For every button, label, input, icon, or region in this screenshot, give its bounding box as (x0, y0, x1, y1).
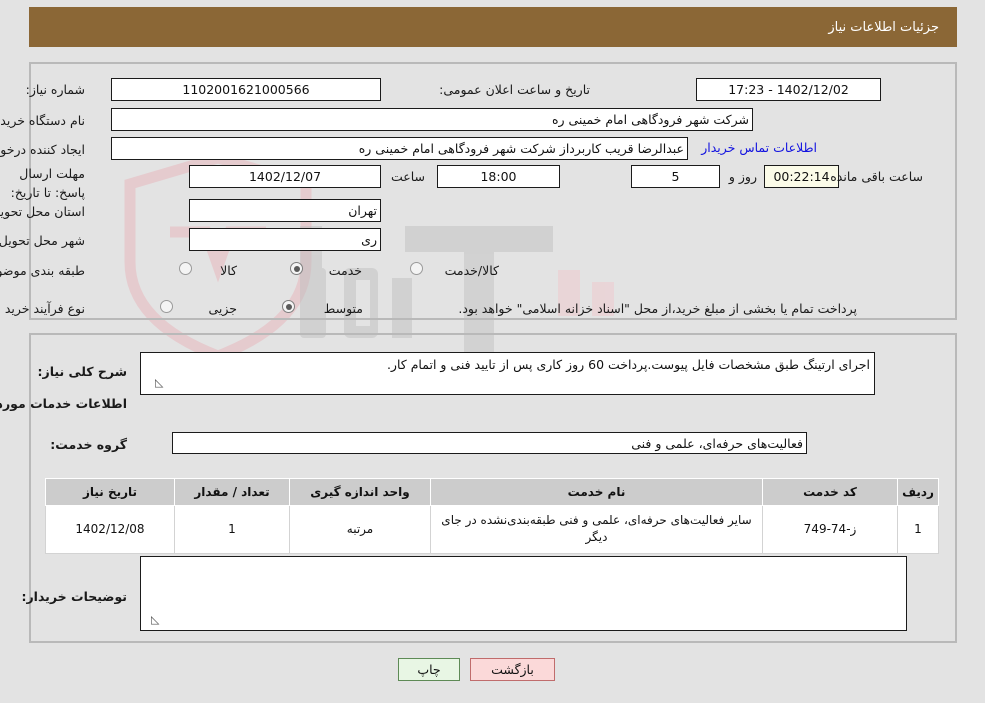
announce-value: 1402/12/02 - 17:23 (696, 78, 881, 101)
col-qty: تعداد / مقدار (174, 478, 290, 506)
cell-code: ز-74-749 (762, 505, 898, 554)
category-option-0-label: کالا (220, 263, 237, 278)
service-group-value: فعالیت‌های حرفه‌ای، علمی و فنی (172, 432, 807, 454)
page-title: جزئیات اطلاعات نیاز (828, 19, 939, 35)
buyer-org-value: شرکت شهر فرودگاهی امام خمینی ره (111, 108, 753, 131)
services-heading: اطلاعات خدمات مورد نیاز (0, 396, 127, 411)
table-row: 1 ز-74-749 سایر فعالیت‌های حرفه‌ای، علمی… (45, 505, 939, 554)
category-option-2-label: کالا/خدمت (444, 263, 499, 278)
process-option-1-label: متوسط (323, 301, 363, 316)
page-header: جزئیات اطلاعات نیاز (29, 7, 957, 47)
radio-category-kala[interactable] (179, 262, 192, 275)
cell-qty: 1 (174, 505, 290, 554)
buyer-notes-label: توضیحات خریدار: (21, 589, 127, 604)
deadline-date: 1402/12/07 (189, 165, 381, 188)
print-button[interactable]: چاپ (398, 658, 460, 681)
deadline-label: مهلت ارسال پاسخ: تا تاریخ: (10, 166, 85, 200)
hour-label: ساعت (390, 169, 425, 184)
col-unit: واحد اندازه گیری (289, 478, 431, 506)
category-label: طبقه بندی موضوعی: (0, 263, 85, 278)
countdown-value: 00:22:14 (764, 165, 839, 188)
city-value: ری (189, 228, 381, 251)
creator-value: عبدالرضا قریب کاربرداز شرکت شهر فرودگاهی… (111, 137, 688, 160)
need-number-label: شماره نیاز: (25, 82, 85, 97)
table-header-row: ردیف کد خدمت نام خدمت واحد اندازه گیری ت… (45, 478, 939, 506)
buyer-notes-value[interactable] (140, 556, 907, 631)
cell-row: 1 (897, 505, 939, 554)
col-date: تاریخ نیاز (45, 478, 175, 506)
service-group-label: گروه خدمت: (50, 437, 127, 452)
buyer-org-label: نام دستگاه خریدار: (0, 113, 85, 128)
buyer-contact-link[interactable]: اطلاعات تماس خریدار (701, 140, 817, 155)
city-label: شهر محل تحویل: (0, 233, 85, 248)
process-label: نوع فرآیند خرید : (0, 301, 85, 316)
announce-label: تاریخ و ساعت اعلان عمومی: (439, 82, 590, 97)
province-value: تهران (189, 199, 381, 222)
need-desc-value[interactable]: اجرای ارتینگ طبق مشخصات فایل پیوست.پرداخ… (140, 352, 875, 395)
col-code: کد خدمت (762, 478, 898, 506)
creator-label: ایجاد کننده درخواست: (0, 142, 85, 157)
radio-category-khedmat[interactable] (290, 262, 303, 275)
treasury-note: پرداخت تمام یا بخشی از مبلغ خرید،از محل … (458, 301, 857, 316)
cell-name: سایر فعالیت‌های حرفه‌ای، علمی و فنی طبقه… (430, 505, 763, 554)
province-label: استان محل تحویل: (0, 204, 85, 219)
process-option-0-label: جزیی (208, 301, 237, 316)
need-number-value: 1102001621000566 (111, 78, 381, 101)
days-value: 5 (631, 165, 720, 188)
radio-process-jozei[interactable] (160, 300, 173, 313)
remaining-label: ساعت باقی مانده (830, 169, 923, 184)
radio-category-kala-khedmat[interactable] (410, 262, 423, 275)
hour-value: 18:00 (437, 165, 560, 188)
col-row: ردیف (897, 478, 939, 506)
back-button[interactable]: بازگشت (470, 658, 555, 681)
days-and-label: روز و (728, 169, 757, 184)
col-name: نام خدمت (430, 478, 763, 506)
need-desc-label: شرح کلی نیاز: (37, 364, 127, 379)
cell-unit: مرتبه (289, 505, 431, 554)
radio-process-motevaset[interactable] (282, 300, 295, 313)
cell-date: 1402/12/08 (45, 505, 175, 554)
category-option-1-label: خدمت (328, 263, 362, 278)
services-table: ردیف کد خدمت نام خدمت واحد اندازه گیری ت… (45, 478, 939, 554)
